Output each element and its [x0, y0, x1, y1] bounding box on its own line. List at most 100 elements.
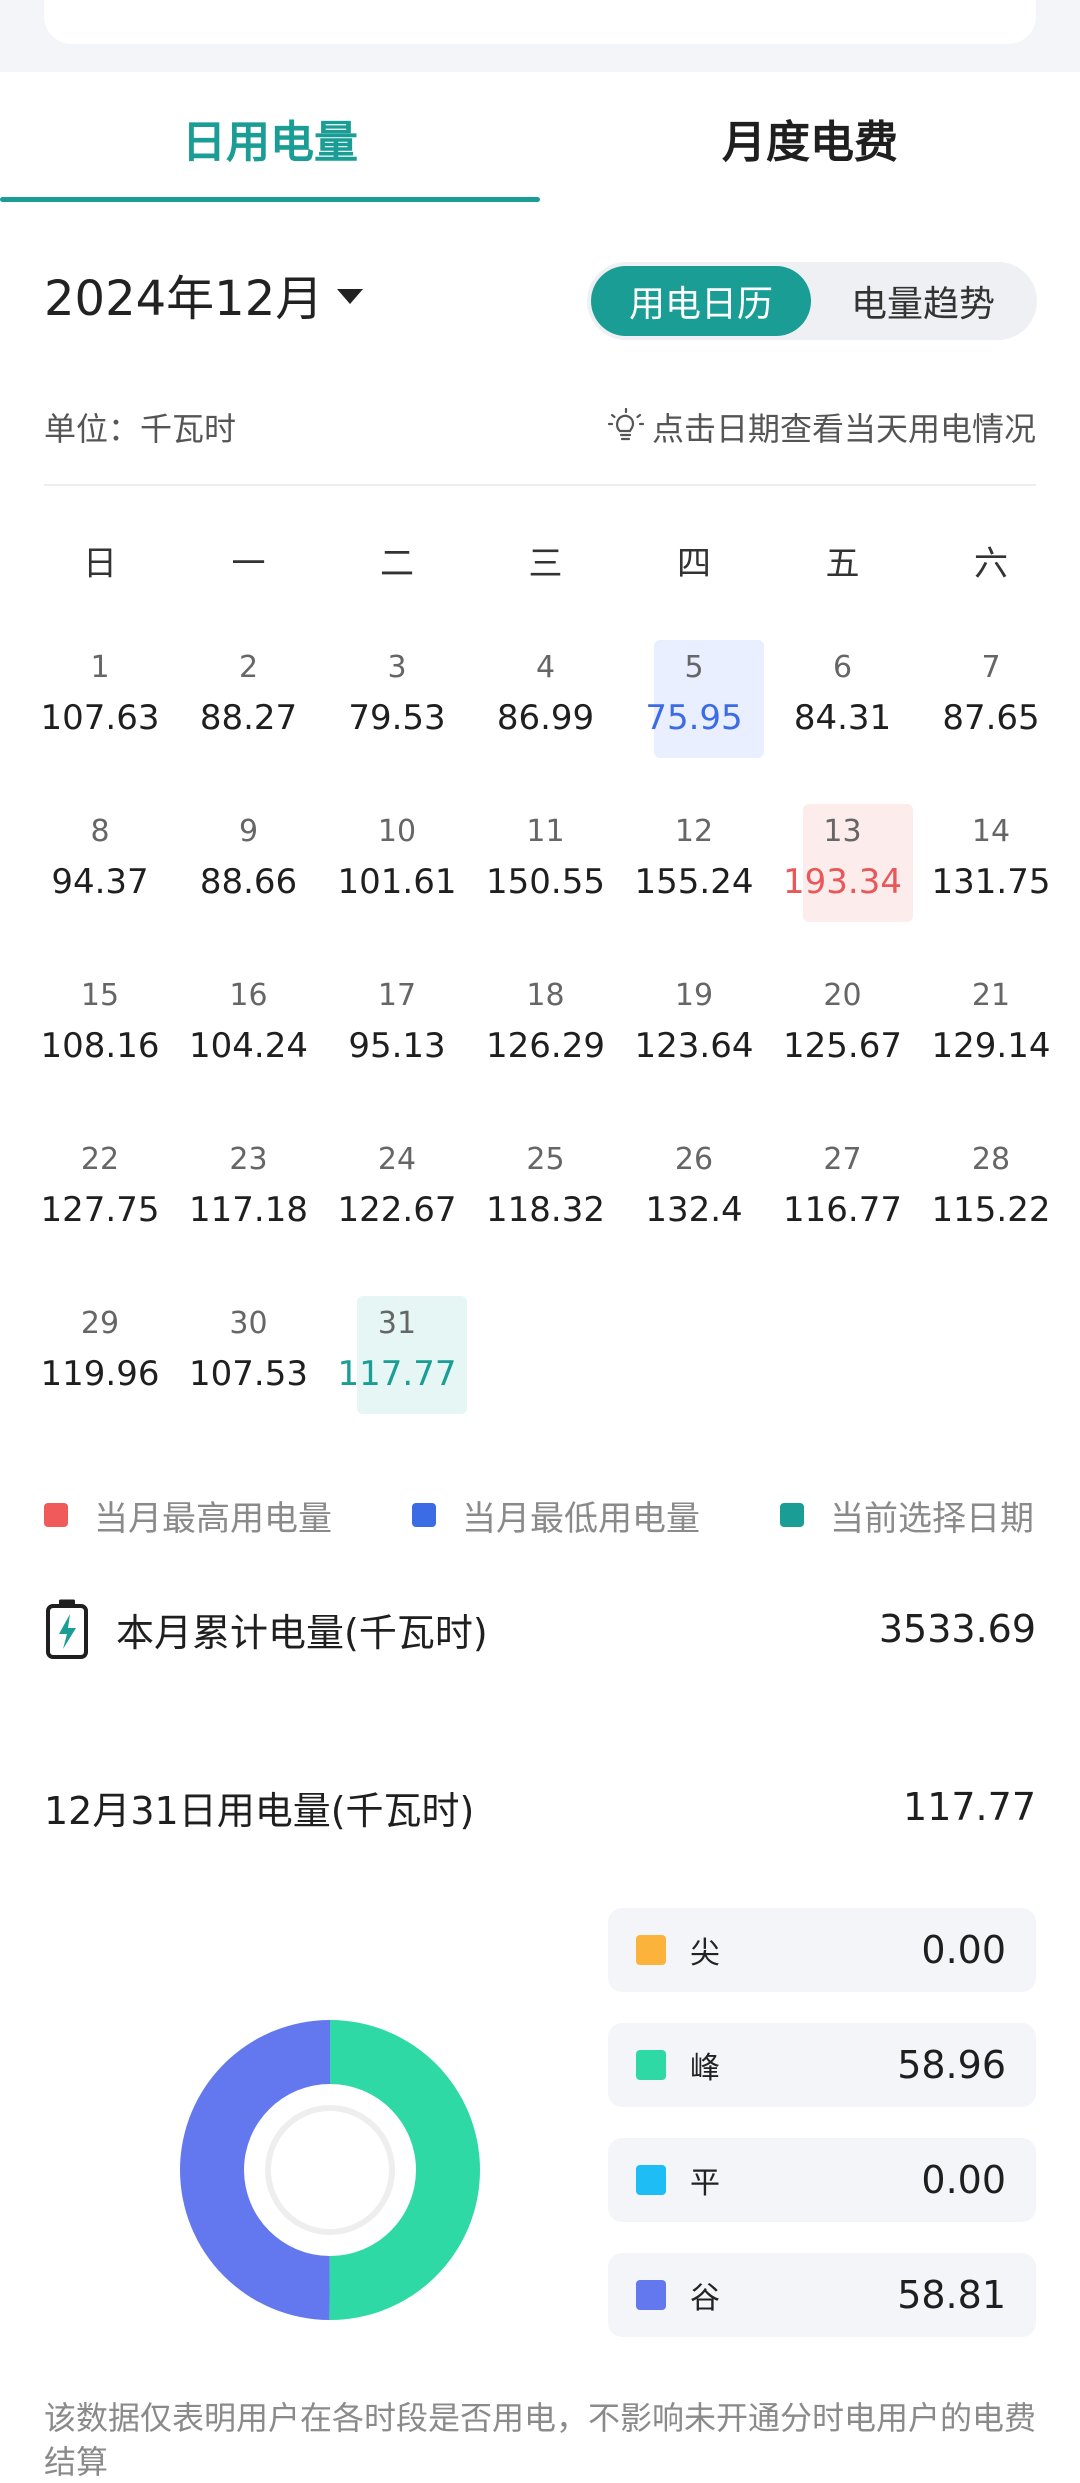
- calendar-day[interactable]: 12 155.24: [623, 800, 765, 924]
- period-item-sharp: 尖 0.00: [608, 1908, 1036, 1992]
- period-swatch: [636, 1935, 666, 1965]
- calendar-day[interactable]: 14 131.75: [920, 800, 1062, 924]
- day-number: 23: [229, 1142, 268, 1177]
- day-usage-value: 104.24: [189, 1026, 308, 1066]
- calendar-day[interactable]: 22 127.75: [29, 1128, 171, 1252]
- day-usage-value: 127.75: [40, 1190, 160, 1230]
- period-label: 峰: [690, 2051, 720, 2086]
- calendar-day[interactable]: 8 94.37: [29, 800, 171, 924]
- period-usage-donut: [180, 2020, 481, 2320]
- calendar-day[interactable]: 3 79.53: [326, 636, 468, 760]
- calendar-day[interactable]: 20 125.67: [772, 964, 914, 1088]
- lightbulb-icon: [607, 407, 645, 441]
- tab-daily-usage[interactable]: 日用电量: [0, 72, 540, 204]
- day-number: 17: [377, 978, 417, 1013]
- calendar-day[interactable]: 25 118.32: [475, 1128, 617, 1252]
- calendar-day[interactable]: 29 119.96: [29, 1292, 171, 1416]
- day-number: 25: [526, 1142, 565, 1177]
- day-number: 29: [80, 1306, 120, 1341]
- monthly-total-label-group: 本月累计电量(千瓦时): [44, 1598, 488, 1660]
- day-number: 2: [238, 650, 259, 685]
- calendar-day[interactable]: 26 132.4: [623, 1128, 765, 1252]
- divider: [44, 484, 1036, 486]
- legend-swatch-max: [44, 1503, 68, 1527]
- day-usage-value: 155.24: [634, 862, 754, 902]
- calendar-day[interactable]: 17 95.13: [326, 964, 468, 1088]
- day-usage-value: 87.65: [942, 698, 1040, 738]
- top-card: [44, 0, 1036, 44]
- calendar-day[interactable]: 24 122.67: [326, 1128, 468, 1252]
- period-label: 谷: [690, 2281, 720, 2316]
- calendar-day[interactable]: 13 193.34: [772, 800, 914, 924]
- period-item-flat: 平 0.00: [608, 2138, 1036, 2222]
- day-usage-value: 131.75: [931, 862, 1051, 902]
- calendar-day[interactable]: 18 126.29: [475, 964, 617, 1088]
- day-number: 27: [823, 1142, 862, 1177]
- day-number: 8: [90, 814, 110, 849]
- calendar-day[interactable]: 9 88.66: [178, 800, 320, 924]
- calendar-view-button[interactable]: 用电日历: [591, 266, 811, 336]
- day-usage-value: 117.77: [337, 1354, 457, 1394]
- day-usage-value: 79.53: [348, 698, 446, 738]
- monthly-total-label: 本月累计电量(千瓦时): [116, 1610, 488, 1655]
- calendar-day[interactable]: 7 87.65: [920, 636, 1062, 760]
- day-number: 3: [387, 650, 407, 685]
- calendar-day[interactable]: 16 104.24: [178, 964, 320, 1088]
- day-number: 31: [377, 1306, 417, 1341]
- calendar-day[interactable]: 23 117.18: [178, 1128, 320, 1252]
- tab-bar: 日用电量 月度电费: [0, 72, 1080, 204]
- day-number: 14: [971, 814, 1011, 849]
- legend-label: 当前选择日期: [830, 1498, 1034, 1539]
- calendar-day[interactable]: 31 117.77: [326, 1292, 468, 1416]
- day-number: 26: [674, 1142, 714, 1177]
- weekday-label: 三: [528, 543, 563, 584]
- day-usage-value: 88.66: [199, 862, 298, 902]
- calendar-day[interactable]: 11 150.55: [475, 800, 617, 924]
- day-number: 18: [526, 978, 565, 1013]
- weekday-label: 四: [677, 543, 711, 584]
- battery-charging-icon: [46, 1599, 88, 1659]
- day-usage-value: 193.34: [783, 862, 902, 902]
- caret-down-icon: [337, 288, 364, 304]
- period-swatch: [636, 2050, 666, 2080]
- day-number: 21: [971, 978, 1011, 1013]
- calendar-day[interactable]: 19 123.64: [623, 964, 765, 1088]
- day-usage-value: 108.16: [40, 1026, 160, 1066]
- calendar-day[interactable]: 10 101.61: [326, 800, 468, 924]
- legend-swatch-selected: [780, 1503, 804, 1527]
- day-number: 30: [229, 1306, 268, 1341]
- day-usage-value: 101.61: [337, 862, 457, 902]
- month-selector[interactable]: 2024年12月: [44, 262, 364, 327]
- disclaimer-note: 该数据仅表明用户在各时段是否用电，不影响未开通分时电用户的电费结算: [44, 2399, 1037, 2481]
- calendar-day[interactable]: 2 88.27: [178, 636, 320, 760]
- period-label: 平: [690, 2166, 720, 2201]
- period-value: 58.81: [897, 2273, 1006, 2317]
- day-usage-value: 122.67: [337, 1190, 457, 1230]
- calendar-day[interactable]: 6 84.31: [772, 636, 914, 760]
- calendar-day[interactable]: 15 108.16: [29, 964, 171, 1088]
- day-number: 5: [684, 650, 704, 685]
- calendar-day[interactable]: 27 116.77: [772, 1128, 914, 1252]
- day-number: 15: [80, 978, 120, 1013]
- day-usage-value: 88.27: [199, 698, 298, 738]
- weekday-label: 一: [231, 543, 266, 584]
- calendar-day[interactable]: 5 75.95: [623, 636, 765, 760]
- day-usage-value: 115.22: [931, 1190, 1051, 1230]
- calendar-day[interactable]: 30 107.53: [178, 1292, 320, 1416]
- calendar-day[interactable]: 1 107.63: [29, 636, 171, 760]
- trend-view-button[interactable]: 电量趋势: [813, 266, 1033, 336]
- tab-monthly-bill[interactable]: 月度电费: [540, 72, 1080, 204]
- period-swatch: [636, 2165, 666, 2195]
- day-usage-value: 107.63: [40, 698, 160, 738]
- weekday-header: 日一二三四五六: [44, 530, 1040, 590]
- day-number: 4: [535, 650, 556, 685]
- monthly-total-value: 3533.69: [878, 1607, 1036, 1651]
- calendar-day[interactable]: 28 115.22: [920, 1128, 1062, 1252]
- calendar-day[interactable]: 4 86.99: [475, 636, 617, 760]
- weekday-label: 日: [83, 543, 117, 584]
- day-usage-value: 117.18: [189, 1190, 308, 1230]
- day-usage-value: 126.29: [486, 1026, 605, 1066]
- calendar-day[interactable]: 21 129.14: [920, 964, 1062, 1088]
- legend-max: 当月最高用电量: [44, 1490, 332, 1540]
- weekday-label: 二: [380, 543, 414, 584]
